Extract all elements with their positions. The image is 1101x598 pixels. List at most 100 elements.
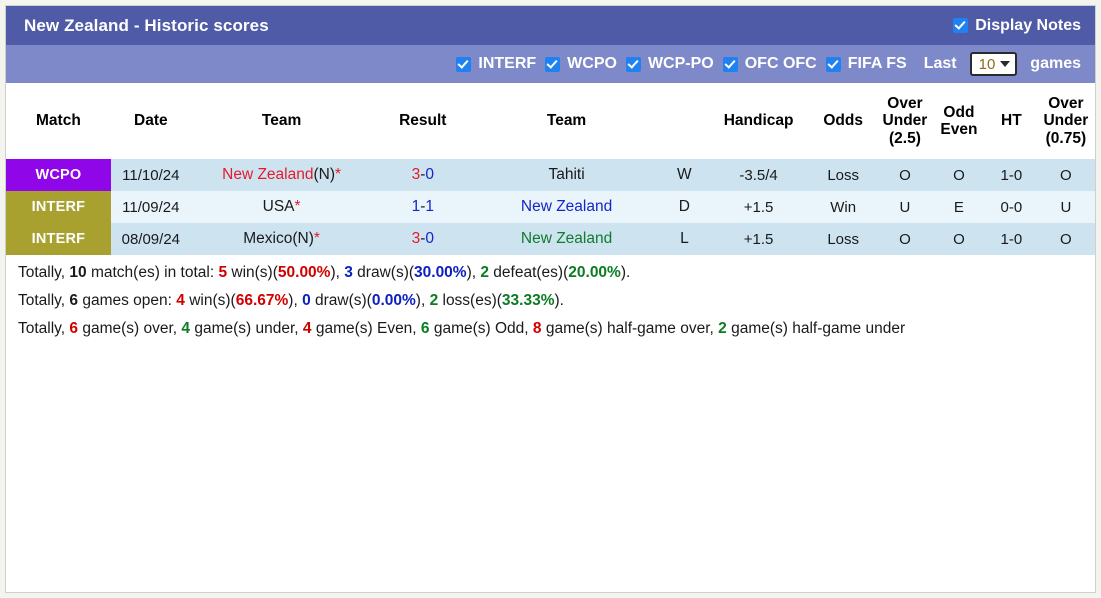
match-date: 11/10/24 <box>110 159 191 191</box>
score-cell[interactable]: 3-0 <box>372 159 474 191</box>
score-home: 3 <box>411 230 421 247</box>
match-badge-cell[interactable]: WCPO <box>6 159 111 191</box>
status-badge: INTERF <box>6 191 111 223</box>
over-under-25-value: O <box>877 159 932 191</box>
away-team-cell[interactable]: New Zealand <box>473 191 660 223</box>
col-handicap[interactable]: Handicap <box>708 83 809 159</box>
home-team-cell[interactable]: Mexico(N)* <box>190 223 373 255</box>
match-date: 11/09/24 <box>110 191 191 223</box>
filter-wcpo[interactable]: WCPO <box>545 55 617 73</box>
col-ht[interactable]: HT <box>985 83 1037 159</box>
col-ou25-line2: Under <box>882 112 928 130</box>
away-team-cell[interactable]: New Zealand <box>473 223 660 255</box>
col-team-away[interactable]: Team <box>473 83 660 159</box>
filter-wcp-po[interactable]: WCP-PO <box>625 55 714 73</box>
col-team-home[interactable]: Team <box>190 83 373 159</box>
col-ou075-line2: Under <box>1043 112 1089 130</box>
sum-text: ). <box>554 291 564 309</box>
games-count-select[interactable]: 10 <box>969 52 1018 76</box>
col-date[interactable]: Date <box>110 83 191 159</box>
status-badge: INTERF <box>6 223 111 255</box>
team-star: * <box>335 166 342 183</box>
summary-line-1: Totally, 10 match(es) in total: 5 win(s)… <box>18 263 1083 284</box>
chevron-down-icon <box>1000 61 1011 67</box>
home-team-cell[interactable]: USA* <box>190 191 373 223</box>
sum-text: ). <box>620 264 631 281</box>
scores-table-body: WCPO 11/10/24 New Zealand(N)* 3-0 Tahiti W -3.… <box>6 159 1095 255</box>
team-name[interactable]: New Zealand <box>521 198 612 215</box>
table-row[interactable]: WCPO 11/10/24 New Zealand(N)* 3-0 Tahiti W -3.… <box>6 159 1095 191</box>
col-odd-even[interactable]: Odd Even <box>931 83 986 159</box>
sum-text: ), <box>330 264 345 281</box>
title-bar: New Zealand - Historic scores Display No… <box>6 6 1095 45</box>
sum-value: 2 <box>480 264 489 281</box>
filter-label: FIFA FS <box>847 55 907 72</box>
filter-interf[interactable]: INTERF <box>456 55 536 73</box>
team-name[interactable]: USA <box>263 198 295 215</box>
filter-label: INTERF <box>478 55 537 72</box>
sum-value: 8 <box>532 319 542 337</box>
col-over-under-25[interactable]: Over Under (2.5) <box>877 83 932 159</box>
filter-fifa-fs[interactable]: FIFA FS <box>825 55 907 73</box>
score-home: 1 <box>411 198 421 215</box>
sum-text: draw(s)( <box>352 264 415 281</box>
checkbox-icon[interactable] <box>625 56 641 72</box>
table-row[interactable]: INTERF 08/09/24 Mexico(N)* 3-0 New Zealand L +… <box>6 223 1095 255</box>
sum-value: 10 <box>69 264 87 281</box>
col-result[interactable]: Result <box>372 83 474 159</box>
home-team-cell[interactable]: New Zealand(N)* <box>190 159 373 191</box>
checkbox-icon[interactable] <box>825 56 841 72</box>
display-notes-toggle[interactable]: Display Notes <box>953 17 1081 35</box>
sum-value: 20.00% <box>568 264 621 281</box>
historic-scores-page: New Zealand - Historic scores Display No… <box>0 0 1101 598</box>
col-odds[interactable]: Odds <box>808 83 878 159</box>
team-name[interactable]: New Zealand <box>521 230 612 247</box>
sum-text: loss(es)( <box>438 291 502 309</box>
sum-value: 4 <box>181 319 191 337</box>
sum-text: game(s) Odd, <box>429 319 533 337</box>
col-ou25-line3: (2.5) <box>889 129 921 147</box>
checkbox-icon[interactable] <box>545 56 561 72</box>
match-badge-cell[interactable]: INTERF <box>6 191 111 223</box>
sum-text: win(s)( <box>184 291 236 309</box>
team-name[interactable]: New Zealand <box>222 166 313 183</box>
score-cell[interactable]: 3-0 <box>372 223 474 255</box>
table-row[interactable]: INTERF 11/09/24 USA* 1-1 New Zealand D +1.5 Win… <box>6 191 1095 223</box>
sum-value: 0.00% <box>371 291 416 309</box>
summary-block: Totally, 10 match(es) in total: 5 win(s)… <box>6 255 1095 346</box>
win-loss-indicator: W <box>659 159 709 191</box>
sum-text: game(s) half-game under <box>726 319 906 337</box>
filter-label: WCP-PO <box>647 55 714 72</box>
team-name[interactable]: Mexico <box>243 230 292 247</box>
over-under-075-value: O <box>1036 223 1095 255</box>
score-cell[interactable]: 1-1 <box>372 191 474 223</box>
checkbox-icon[interactable] <box>953 18 969 33</box>
over-under-25-value: U <box>877 191 932 223</box>
odd-even-value: E <box>931 191 986 223</box>
match-badge-cell[interactable]: INTERF <box>6 223 111 255</box>
display-notes-label: Display Notes <box>975 16 1081 34</box>
sum-text: Totally, <box>18 291 70 309</box>
sum-value: 4 <box>302 319 312 337</box>
sum-value: 50.00% <box>277 264 331 281</box>
col-ou075-line3: (0.75) <box>1045 129 1087 147</box>
col-over-under-075[interactable]: Over Under (0.75) <box>1036 83 1095 159</box>
sum-text: Totally, <box>18 264 70 281</box>
handicap-value: +1.5 <box>708 223 809 255</box>
team-star: * <box>313 230 320 247</box>
checkbox-icon[interactable] <box>456 56 472 72</box>
checkbox-icon[interactable] <box>722 56 738 72</box>
col-wl <box>659 83 709 159</box>
filter-label: OFC OFC <box>744 55 817 72</box>
team-name[interactable]: Tahiti <box>548 166 584 183</box>
sum-value: 5 <box>218 264 228 281</box>
away-team-cell[interactable]: Tahiti <box>473 159 660 191</box>
col-match[interactable]: Match <box>6 83 111 159</box>
handicap-value: +1.5 <box>708 191 809 223</box>
odd-even-value: O <box>931 159 986 191</box>
sum-text: defeat(es)( <box>489 264 569 281</box>
over-under-25-value: O <box>877 223 932 255</box>
filter-ofc-ofc[interactable]: OFC OFC <box>722 55 817 73</box>
filter-label: WCPO <box>567 55 617 72</box>
sum-text: ), <box>415 291 430 309</box>
